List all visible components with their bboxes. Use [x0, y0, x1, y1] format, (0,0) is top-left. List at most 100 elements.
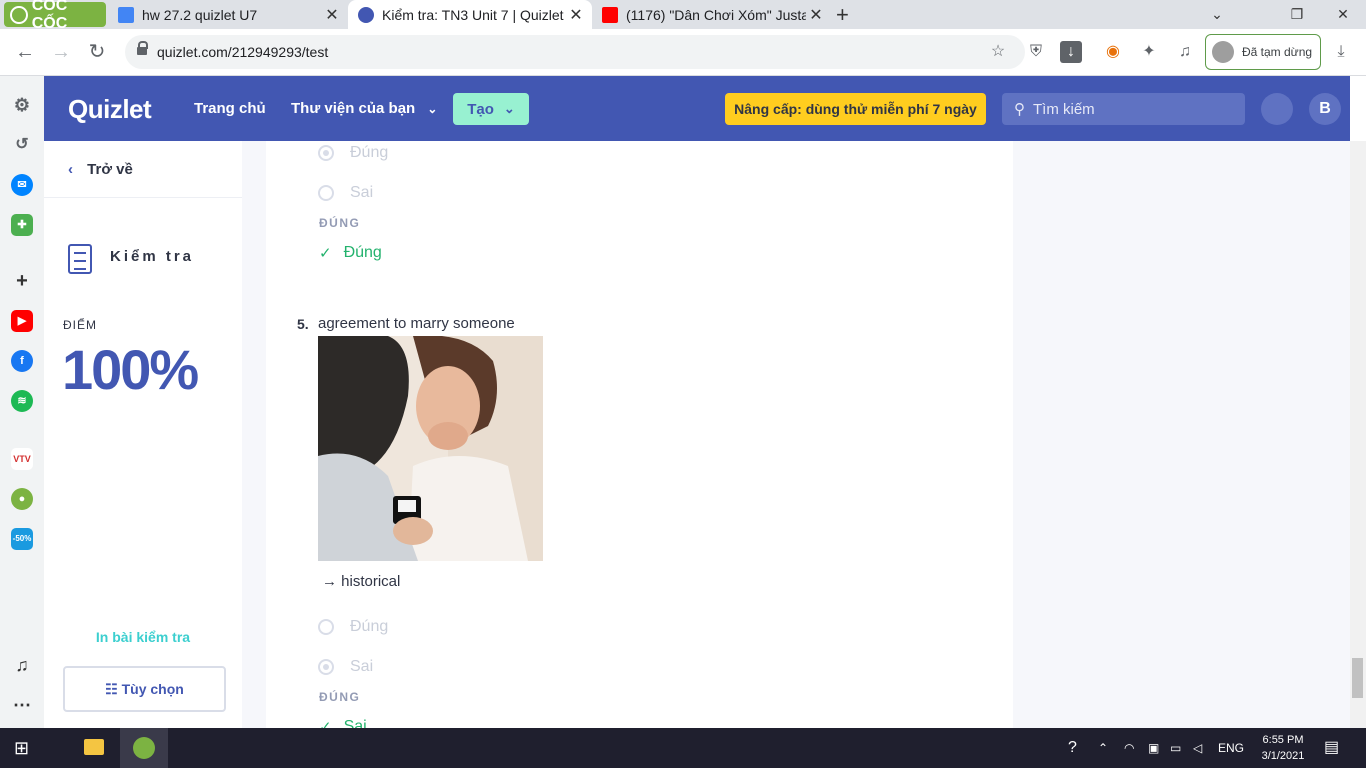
q5-correct-answer: ✓ Sai: [319, 718, 367, 728]
add-shortcut-icon[interactable]: +: [11, 270, 33, 292]
spotify-icon[interactable]: ≋: [11, 390, 33, 412]
messenger-icon[interactable]: ✉: [11, 174, 33, 196]
clock[interactable]: 6:55 PM 3/1/2021: [1250, 732, 1316, 764]
history-icon[interactable]: ↺: [11, 134, 33, 156]
close-tab-icon[interactable]: ✕: [566, 5, 586, 25]
youtube-icon[interactable]: ▶: [11, 310, 33, 332]
language-indicator[interactable]: ENG: [1218, 728, 1244, 768]
radio-unselected[interactable]: [318, 185, 334, 201]
close-tab-icon[interactable]: ✕: [322, 5, 342, 25]
lock-icon: [137, 41, 148, 58]
forward-arrow-icon[interactable]: →: [48, 39, 74, 65]
create-button[interactable]: Tạo ⌄: [453, 93, 529, 125]
action-center-icon[interactable]: ▤: [1324, 728, 1339, 768]
user-avatar[interactable]: B: [1309, 93, 1341, 125]
quizlet-header: Quizlet Trang chủ Thư viện của bạn ⌄ Tạo…: [44, 76, 1350, 141]
browser-brand: CỐC CỐC: [31, 0, 68, 32]
back-link[interactable]: ‹ Trở về: [68, 161, 133, 178]
browser-toolbar: ← → ↻ quizlet.com/212949293/test ☆ ⛨ ↓ ◉…: [0, 29, 1366, 76]
proposal-photo: [318, 336, 543, 561]
score-label: ĐIỂM: [63, 318, 97, 332]
search-icon: ⚲: [1014, 101, 1025, 118]
shield-extension-icon[interactable]: ⛨: [1025, 41, 1047, 63]
q4-correct-answer: ✓ Đúng: [319, 244, 382, 262]
media-control-icon[interactable]: ♫: [1174, 41, 1196, 63]
browser-sidebar: ⚙ ↺ ✉ ✚ + ▶ f ≋ VTV ● -50% ♫ ⋯: [0, 76, 44, 728]
vtv-go-icon[interactable]: VTV: [11, 448, 33, 470]
profile-status: Đã tạm dừng: [1242, 45, 1313, 59]
nav-home[interactable]: Trang chủ: [194, 100, 266, 117]
profile-button[interactable]: Đã tạm dừng: [1205, 34, 1321, 70]
back-arrow-icon[interactable]: ←: [12, 39, 38, 65]
radio-selected[interactable]: [318, 659, 334, 675]
chevron-up-icon[interactable]: ⌃: [1098, 728, 1108, 768]
tab-search-icon[interactable]: ⌄: [1194, 0, 1240, 29]
tab-title: hw 27.2 quizlet U7: [142, 6, 258, 23]
search-placeholder: Tìm kiếm: [1033, 100, 1095, 118]
q4-option-true[interactable]: Đúng: [318, 144, 388, 162]
windows-taskbar: ⊞ ? ⌃ ◠ ▣ ▭ ◁ ENG 6:55 PM 3/1/2021 ▤: [0, 728, 1366, 768]
checkmark-icon: ✓: [319, 719, 332, 728]
answer-text: Đúng: [343, 244, 382, 261]
tab-title: (1176) "Dân Chơi Xóm" Justatee: [626, 6, 806, 23]
close-tab-icon[interactable]: ✕: [806, 5, 826, 25]
chevron-down-icon: ⌄: [427, 102, 438, 116]
chrome-extension-icon[interactable]: ◉: [1102, 41, 1124, 63]
coccoc-menu-button[interactable]: CỐC CỐC: [4, 0, 106, 32]
more-options-icon[interactable]: ⋯: [11, 694, 33, 716]
coccoc-taskbar-icon[interactable]: [120, 728, 168, 768]
download-extension-icon[interactable]: ↓: [1060, 41, 1082, 63]
game-controller-icon[interactable]: ✚: [11, 214, 33, 236]
notification-bell-icon[interactable]: [1261, 93, 1293, 125]
radio-selected[interactable]: [318, 145, 334, 161]
browser-tab-bar: CỐC CỐC hw 27.2 quizlet U7 ✕ Kiểm tra: T…: [0, 0, 1366, 32]
print-test-link[interactable]: In bài kiểm tra: [44, 629, 242, 645]
question-image: [318, 336, 543, 561]
q4-option-false[interactable]: Sai: [318, 184, 373, 202]
search-input[interactable]: ⚲ Tìm kiếm: [1002, 93, 1245, 125]
page-scrollbar[interactable]: [1350, 141, 1366, 728]
notification-bell-icon[interactable]: ♫: [11, 654, 33, 676]
close-window-icon[interactable]: ✕: [1320, 0, 1366, 29]
tab-youtube[interactable]: (1176) "Dân Chơi Xóm" Justatee ✕: [592, 0, 832, 29]
tab-quizlet-test[interactable]: Kiểm tra: TN3 Unit 7 | Quizlet ✕: [348, 0, 592, 29]
help-icon[interactable]: ?: [1068, 728, 1077, 768]
score-value: 100%: [62, 338, 199, 401]
chevron-left-icon: ‹: [68, 161, 73, 178]
new-tab-icon[interactable]: +: [836, 2, 849, 28]
tab-title: Kiểm tra: TN3 Unit 7 | Quizlet: [382, 6, 564, 23]
settings-gear-icon[interactable]: ⚙: [11, 94, 33, 116]
sliders-icon: ☷: [105, 681, 118, 697]
q5-answer-label: ĐÚNG: [319, 690, 361, 704]
q5-option-false[interactable]: Sai: [318, 658, 373, 676]
question-number: 5.: [297, 316, 309, 332]
tiki-icon[interactable]: -50%: [11, 528, 33, 550]
extensions-puzzle-icon[interactable]: ✦: [1138, 41, 1160, 63]
wifi-icon[interactable]: ◠: [1124, 728, 1134, 768]
quizlet-logo[interactable]: Quizlet: [68, 94, 152, 125]
option-label: Sai: [350, 184, 374, 201]
options-button[interactable]: ☷ Tùy chọn: [63, 666, 226, 712]
scrollbar-thumb[interactable]: [1352, 658, 1363, 698]
restore-window-icon[interactable]: ❐: [1274, 0, 1320, 29]
volume-icon[interactable]: ◁: [1193, 728, 1202, 768]
file-explorer-icon[interactable]: [84, 728, 106, 768]
reload-icon[interactable]: ↻: [84, 39, 110, 65]
test-left-panel: ‹ Trở về Kiểm tra ĐIỂM 100% In bài kiểm …: [44, 141, 242, 728]
radio-unselected[interactable]: [318, 619, 334, 635]
youtube-icon: [602, 6, 618, 23]
tab-hw[interactable]: hw 27.2 quizlet U7 ✕: [108, 0, 348, 29]
facebook-icon[interactable]: f: [11, 350, 33, 372]
download-icon[interactable]: ⤓: [1330, 41, 1352, 63]
coccoc-game-icon[interactable]: ●: [11, 488, 33, 510]
q5-option-true[interactable]: Đúng: [318, 618, 388, 636]
upgrade-button[interactable]: Nâng cấp: dùng thử miễn phí 7 ngày: [725, 93, 986, 125]
question-prompt: agreement to marry someone: [318, 315, 515, 332]
windows-start-icon[interactable]: ⊞: [14, 728, 29, 768]
bookmark-star-icon[interactable]: ☆: [987, 41, 1009, 63]
device-icon[interactable]: ▣: [1148, 728, 1159, 768]
nav-library[interactable]: Thư viện của bạn ⌄: [291, 100, 437, 117]
option-label: Đúng: [350, 618, 389, 635]
battery-icon[interactable]: ▭: [1170, 728, 1181, 768]
address-bar[interactable]: quizlet.com/212949293/test: [125, 35, 1025, 69]
